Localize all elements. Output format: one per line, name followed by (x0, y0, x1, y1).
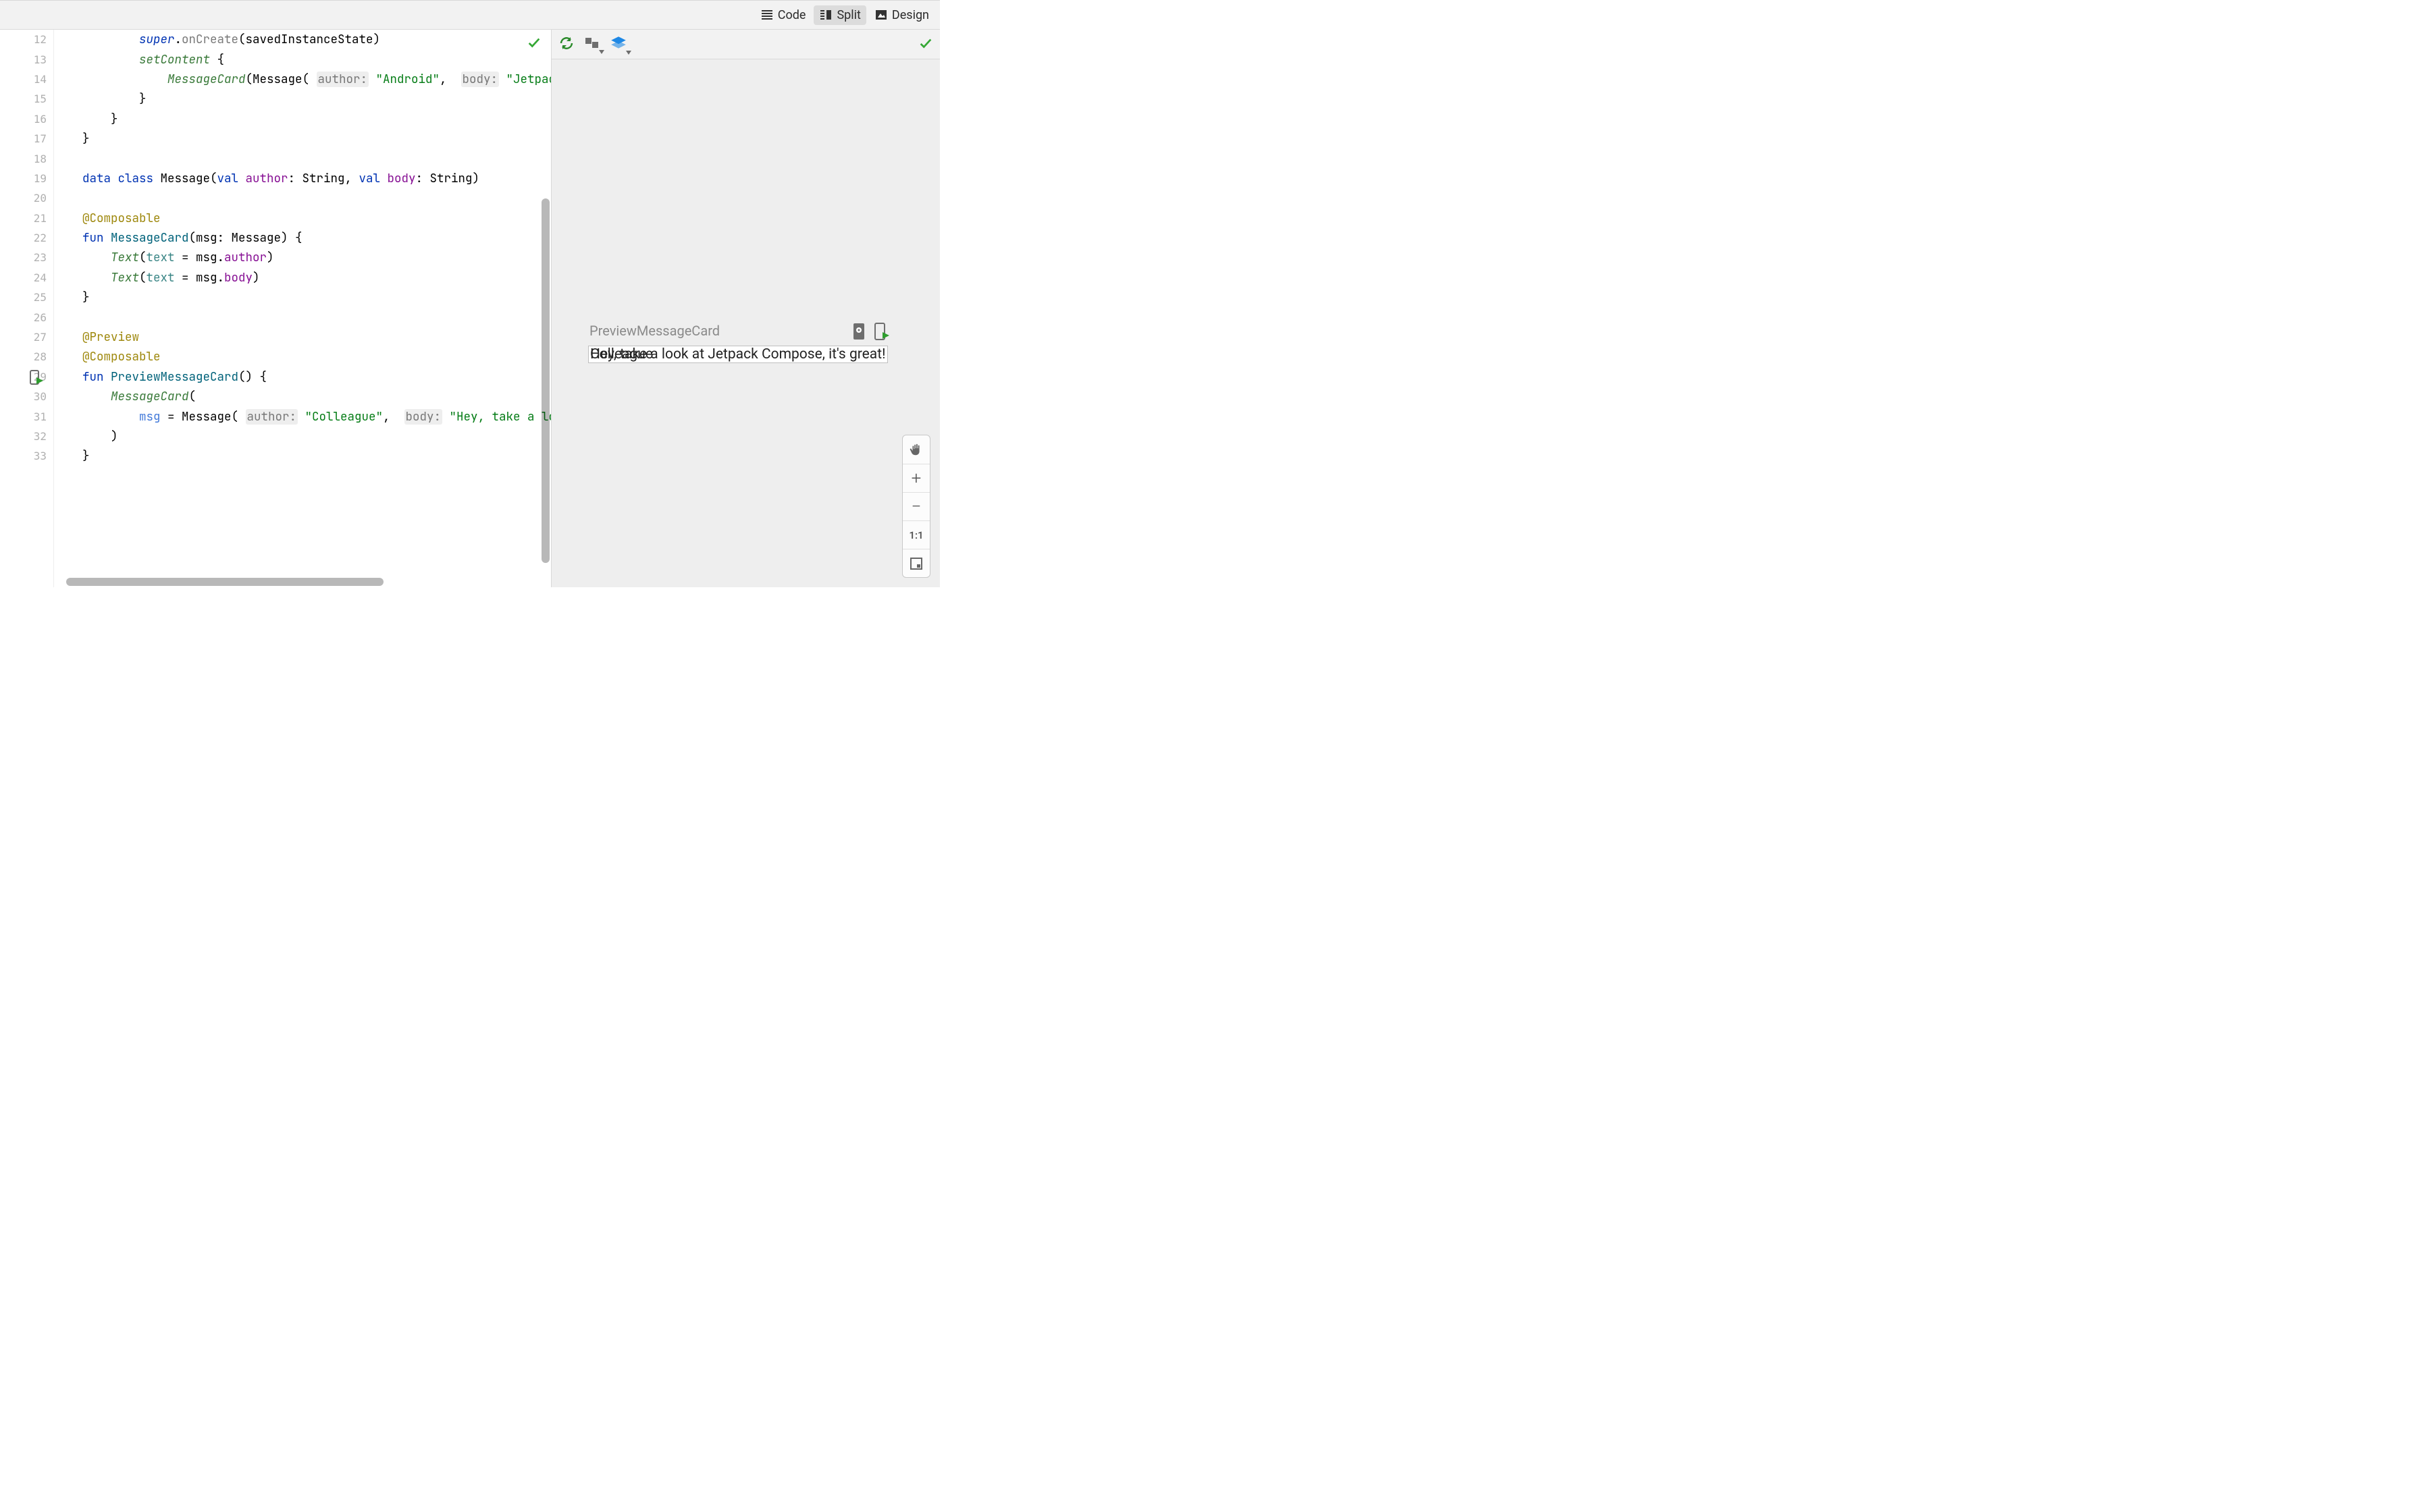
code-line[interactable]: @Composable (54, 347, 551, 367)
gutter-line-number: 12 (0, 30, 53, 49)
code-view-button[interactable]: Code (755, 5, 812, 25)
gutter-line-number: 29 (0, 367, 53, 387)
preview-pane: PreviewMessageCard Hey, take a look at J… (551, 30, 940, 587)
interactive-preview-icon[interactable] (851, 323, 866, 343)
gutter-line-number: 18 (0, 148, 53, 168)
code-line[interactable] (54, 188, 551, 208)
gutter-line-number: 13 (0, 49, 53, 69)
code-line[interactable]: msg = Message( author: "Colleague", body… (54, 406, 551, 426)
zoom-out-button[interactable]: − (903, 492, 930, 520)
code-line[interactable]: Text(text = msg.body) (54, 268, 551, 288)
code-line[interactable]: data class Message(val author: String, v… (54, 169, 551, 188)
gutter-line-number: 25 (0, 288, 53, 307)
orientation-icon[interactable] (584, 35, 600, 54)
code-view-label: Code (778, 8, 806, 22)
gutter-line-number: 26 (0, 307, 53, 327)
code-line[interactable]: MessageCard(Message( author: "Android", … (54, 70, 551, 89)
split-view-button[interactable]: Split (814, 5, 866, 25)
code-line[interactable]: } (54, 89, 551, 109)
zoom-fit-button[interactable] (903, 549, 930, 577)
gutter-line-number: 32 (0, 427, 53, 446)
gutter-line-number: 17 (0, 129, 53, 148)
run-preview-gutter-icon[interactable] (28, 369, 45, 385)
code-line[interactable]: @Composable (54, 209, 551, 228)
inspection-ok-icon[interactable] (527, 35, 542, 53)
view-mode-toolbar: Code Split Design (0, 0, 940, 30)
code-line[interactable]: } (54, 109, 551, 129)
gutter-line-number: 24 (0, 268, 53, 288)
design-image-icon (874, 8, 888, 22)
code-lines-icon (760, 8, 774, 22)
code-line[interactable] (54, 148, 551, 168)
preview-author-text: Colleague (590, 346, 653, 362)
code-line[interactable]: } (54, 288, 551, 307)
preview-toolbar (552, 30, 940, 59)
split-view-label: Split (837, 8, 860, 22)
code-line[interactable]: @Preview (54, 327, 551, 347)
preview-canvas[interactable]: PreviewMessageCard Hey, take a look at J… (552, 59, 940, 587)
design-view-button[interactable]: Design (869, 5, 935, 25)
editor-horizontal-scrollbar-thumb[interactable] (66, 578, 384, 586)
code-line[interactable]: MessageCard( (54, 387, 551, 406)
gutter-line-number: 16 (0, 109, 53, 129)
gutter: 1213141516171819202122232425262728293031… (0, 30, 54, 587)
code-line[interactable]: fun PreviewMessageCard() { (54, 367, 551, 387)
code-line[interactable]: Text(text = msg.author) (54, 248, 551, 267)
split-icon (819, 8, 833, 22)
gutter-line-number: 23 (0, 248, 53, 267)
gutter-line-number: 22 (0, 228, 53, 248)
zoom-in-button[interactable]: + (903, 464, 930, 492)
code-line[interactable] (54, 307, 551, 327)
zoom-one-to-one-button[interactable]: 1:1 (903, 520, 930, 549)
editor-horizontal-scrollbar[interactable] (54, 576, 540, 587)
code-line[interactable]: } (54, 129, 551, 148)
preview-render: Hey, take a look at Jetpack Compose, it'… (588, 346, 888, 363)
gutter-line-number: 28 (0, 347, 53, 367)
code-line[interactable]: super.onCreate(savedInstanceState) (54, 30, 551, 49)
gutter-line-number: 20 (0, 188, 53, 208)
layers-icon[interactable] (610, 34, 627, 55)
deploy-preview-icon[interactable] (873, 323, 889, 343)
code-area[interactable]: super.onCreate(savedInstanceState) setCo… (54, 30, 551, 466)
gutter-line-number: 30 (0, 387, 53, 406)
code-line[interactable]: setContent { (54, 49, 551, 69)
editor-vertical-scrollbar-thumb[interactable] (542, 198, 550, 563)
editor-vertical-scrollbar[interactable] (540, 30, 551, 587)
code-line[interactable]: } (54, 446, 551, 466)
gutter-line-number: 21 (0, 209, 53, 228)
design-view-label: Design (892, 8, 929, 22)
code-editor-pane[interactable]: 1213141516171819202122232425262728293031… (0, 30, 551, 587)
gutter-line-number: 19 (0, 169, 53, 188)
gutter-line-number: 31 (0, 406, 53, 426)
preview-title: PreviewMessageCard (589, 323, 720, 339)
pan-tool-button[interactable] (903, 435, 930, 464)
zoom-panel: + − 1:1 (902, 435, 930, 578)
gutter-line-number: 14 (0, 70, 53, 89)
code-line[interactable]: fun MessageCard(msg: Message) { (54, 228, 551, 248)
preview-status-ok-icon[interactable] (918, 36, 933, 53)
code-line[interactable]: ) (54, 427, 551, 446)
gutter-line-number: 33 (0, 446, 53, 466)
gutter-line-number: 27 (0, 327, 53, 347)
gutter-line-number: 15 (0, 89, 53, 109)
refresh-icon[interactable] (558, 35, 575, 54)
